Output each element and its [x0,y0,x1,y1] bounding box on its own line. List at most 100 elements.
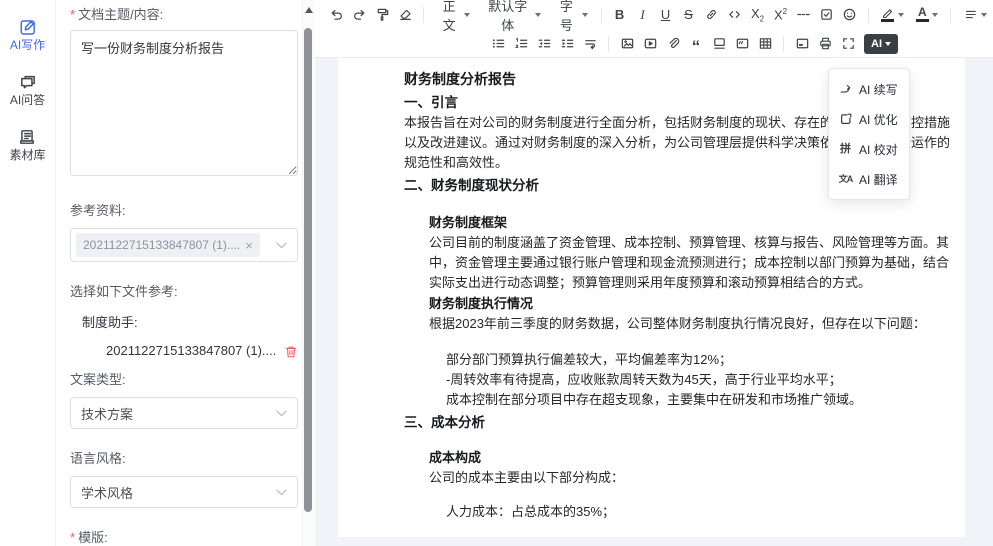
sidebar-item-ai-qa[interactable]: AI问答 [10,73,45,107]
insert-table-button[interactable] [754,33,776,55]
editor-area: 正文 默认字体 字号 B I U S X2 X2 A [315,0,993,546]
code-block-button[interactable] [731,33,753,55]
reference-label: 参考资料: [70,202,298,220]
video-icon [643,36,658,51]
indent-button[interactable] [556,33,578,55]
menu-item-ai-continue[interactable]: AI 续写 [829,74,909,104]
sidebar-item-label: 素材库 [9,149,45,162]
code-block-icon [735,36,750,51]
caret-down-icon [981,13,987,17]
menu-item-label: AI 优化 [859,111,898,128]
menu-item-ai-proofread[interactable]: 拼 AI 校对 [829,134,909,164]
reference-multiselect[interactable]: 2021122715133847807 (1).... × [70,228,298,262]
toolbar-separator [783,36,784,52]
doc-list: 部分部门预算执行偏差较大，平均偏差率为12%；-周转效率有待提高，应收账款周转天… [446,350,955,410]
insert-video-button[interactable] [639,33,661,55]
bullet-list-icon [491,36,506,51]
doc-h3: 财务制度框架 [429,212,955,233]
language-style-select[interactable]: 学术风格 [70,476,298,508]
attachment-button[interactable] [662,33,684,55]
form-content: *文档主题/内容: 写一份财务制度分析报告 参考资料: 202112271513… [70,6,298,546]
code-button[interactable] [724,4,746,26]
template-label-text: 模版: [78,530,108,545]
indent-icon [560,36,575,51]
toolbar-separator [608,36,609,52]
menu-item-ai-optimize[interactable]: AI 优化 [829,104,909,134]
text-wrap-icon [583,36,598,51]
insert-image-button[interactable] [616,33,638,55]
format-painter-button[interactable] [371,4,393,26]
underline-button[interactable]: U [655,4,677,26]
paragraph-style-value: 正文 [437,0,461,34]
italic-button[interactable]: I [632,4,654,26]
outdent-button[interactable] [533,33,555,55]
horizontal-rule-icon [796,7,811,22]
ordered-list-icon [514,36,529,51]
menu-item-label: AI 续写 [859,81,898,98]
bold-button[interactable]: B [609,4,631,26]
doc-h3: 财务制度执行情况 [429,293,955,314]
caret-down-icon [535,13,541,17]
scroll-up-arrow-icon[interactable] [305,7,313,13]
material-library-icon [18,128,36,146]
delete-file-icon[interactable] [284,344,298,359]
ai-proofread-icon: 拼 [838,144,853,155]
sidebar-item-ai-writing[interactable]: AI写作 [10,18,45,52]
fullscreen-button[interactable] [837,33,859,55]
italic-icon: I [640,7,644,23]
caret-down-icon [582,13,588,17]
panel-scrollbar[interactable] [302,0,314,546]
align-dropdown[interactable] [958,4,993,26]
file-select-label: 选择如下文件参考: [70,283,298,301]
tag-close-icon[interactable]: × [245,239,253,252]
highlight-color-dropdown[interactable] [875,4,909,26]
font-family-dropdown[interactable]: 默认字体 [477,4,547,26]
paragraph-style-dropdown[interactable]: 正文 [431,4,476,26]
blockquote-button[interactable]: “ [685,33,707,55]
print-button[interactable] [814,33,836,55]
outdent-icon [537,36,552,51]
bold-icon: B [615,7,624,22]
toolbar-row-2: “ AI [315,29,993,58]
language-style-label: 语言风格: [70,450,298,468]
undo-button[interactable] [325,4,347,26]
emoji-button[interactable] [839,4,861,26]
ai-dropdown-button[interactable]: AI [864,34,898,54]
subscript-button[interactable]: X2 [747,4,769,26]
text-wrap-button[interactable] [579,33,601,55]
table-icon [758,36,773,51]
emoji-icon [842,7,857,22]
bullet-list-button[interactable] [487,33,509,55]
checkbox-button[interactable] [816,4,838,26]
caret-down-icon [885,42,891,46]
ai-writing-icon [19,18,37,36]
link-button[interactable] [701,4,723,26]
sidebar-item-material-library[interactable]: 素材库 [9,128,45,162]
app-root: AI写作 AI问答 素材库 *文档主题/内容: 写一份财务制度分析报告 参考资料… [0,0,993,546]
font-size-dropdown[interactable]: 字号 [548,4,593,26]
blockquote-icon: “ [692,35,701,52]
toolbar-separator [423,7,424,23]
scrollbar-thumb[interactable] [304,28,312,512]
sidebar-item-label: AI问答 [10,94,45,107]
topic-textarea[interactable]: 写一份财务制度分析报告 [70,30,298,176]
page-panel-button[interactable] [791,33,813,55]
horizontal-rule-button[interactable] [793,4,815,26]
doc-p: 根据2023年前三季度的财务数据，公司整体财务制度执行情况良好，但存在以下问题： [429,314,955,334]
strikethrough-button[interactable]: S [678,4,700,26]
eraser-button[interactable] [394,4,416,26]
redo-button[interactable] [348,4,370,26]
font-color-dropdown[interactable]: A [910,4,943,26]
template-label: *模版: [70,529,298,546]
underline-icon: U [661,7,670,22]
copy-type-select[interactable]: 技术方案 [70,397,298,429]
ordered-list-button[interactable] [510,33,532,55]
divider-block-button[interactable] [708,33,730,55]
menu-item-ai-translate[interactable]: 文A AI 翻译 [829,164,909,194]
form-panel: *文档主题/内容: 写一份财务制度分析报告 参考资料: 202112271513… [56,0,315,546]
redo-icon [352,7,367,22]
superscript-button[interactable]: X2 [770,4,792,26]
menu-item-label: AI 翻译 [859,171,898,188]
copy-type-value: 技术方案 [81,404,133,423]
print-icon [818,36,833,51]
